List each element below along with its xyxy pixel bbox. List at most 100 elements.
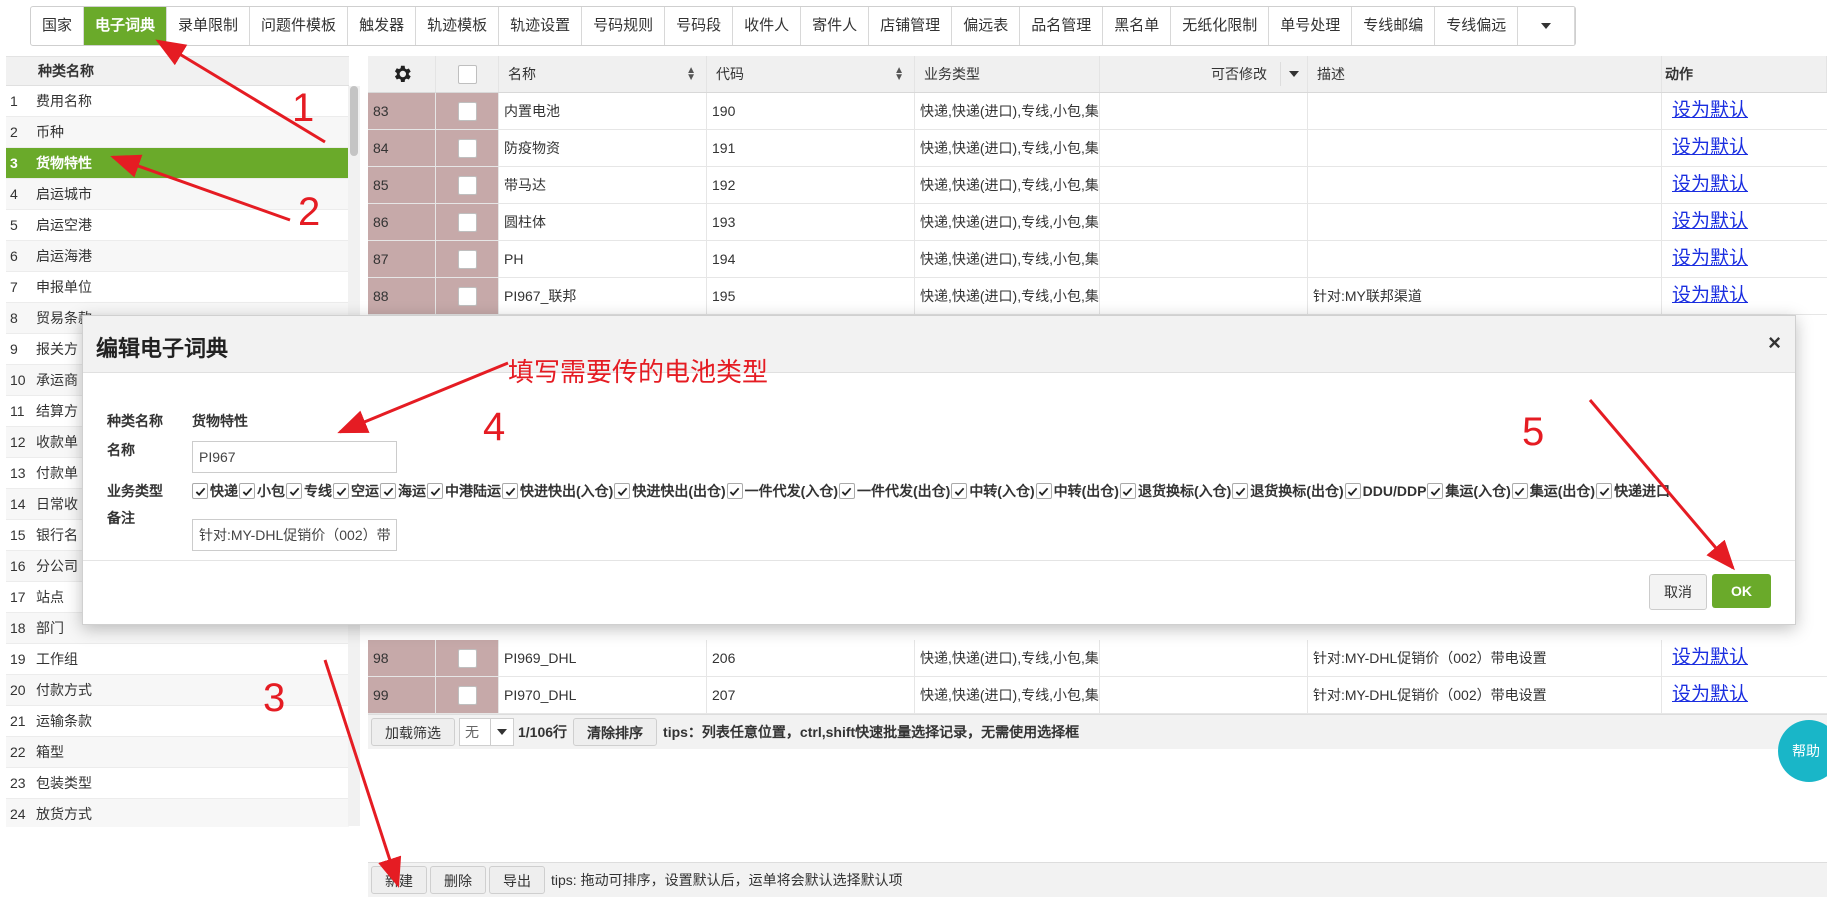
clear-sort-button[interactable]: 清除排序 <box>573 718 658 746</box>
row-checkbox[interactable] <box>436 677 499 713</box>
row-index: 85 <box>368 167 436 203</box>
business-type-option[interactable]: 快进快出(入仓) <box>502 481 613 501</box>
help-button[interactable]: 帮助 <box>1778 720 1827 782</box>
grid-tips: tips：列表任意位置，ctrl,shift快速批量选择记录，无需使用选择框 <box>663 724 1080 740</box>
set-default-link[interactable]: 设为默认 <box>1672 647 1748 668</box>
remark-input[interactable]: 针对:MY-DHL促销价（002）带 <box>192 519 397 551</box>
set-default-link[interactable]: 设为默认 <box>1672 100 1748 121</box>
business-type-option[interactable]: 专线 <box>286 481 332 501</box>
set-default-link[interactable]: 设为默认 <box>1672 174 1748 195</box>
business-type-option[interactable]: DDU/DDP <box>1344 481 1426 501</box>
cancel-button[interactable]: 取消 <box>1649 574 1707 610</box>
tab-16[interactable]: 单号处理 <box>1269 7 1353 45</box>
category-item[interactable]: 22 箱型 <box>6 737 349 768</box>
table-row[interactable]: 86 圆柱体 193 快递,快递(进口),专线,小包,集 设为默认 <box>368 204 1827 241</box>
business-type-option[interactable]: 中转(出仓) <box>1035 481 1119 501</box>
ok-button[interactable]: OK <box>1712 574 1771 608</box>
business-type-option[interactable]: 快递进口 <box>1596 481 1670 501</box>
row-checkbox[interactable] <box>436 204 499 240</box>
header-modifiable[interactable]: 可否修改 <box>1100 56 1308 92</box>
tab-8[interactable]: 号码段 <box>665 7 734 45</box>
category-item[interactable]: 3 货物特性 <box>6 148 349 179</box>
delete-button[interactable]: 删除 <box>430 866 486 894</box>
category-item[interactable]: 6 启运海港 <box>6 241 349 272</box>
tab-10[interactable]: 寄件人 <box>801 7 870 45</box>
load-filter-button[interactable]: 加载筛选 <box>371 718 455 746</box>
table-row[interactable]: 87 PH 194 快递,快递(进口),专线,小包,集 设为默认 <box>368 241 1827 278</box>
category-number: 8 <box>10 310 18 326</box>
category-item[interactable]: 20 付款方式 <box>6 675 349 706</box>
business-type-option[interactable]: 小包 <box>239 481 285 501</box>
chevron-down-icon[interactable] <box>1280 62 1307 86</box>
header-description[interactable]: 描述 <box>1308 56 1662 92</box>
tab-6[interactable]: 轨迹设置 <box>499 7 583 45</box>
table-row[interactable]: 99 PI970_DHL 207 快递,快递(进口),专线,小包,集 针对:MY-DHL… <box>368 677 1827 714</box>
export-button[interactable]: 导出 <box>489 866 545 894</box>
category-item[interactable]: 21 运输条款 <box>6 706 349 737</box>
tab-9[interactable]: 收件人 <box>733 7 802 45</box>
table-row[interactable]: 84 防疫物资 191 快递,快递(进口),专线,小包,集 设为默认 <box>368 130 1827 167</box>
filter-select[interactable]: 无 <box>459 718 514 746</box>
category-label: 费用名称 <box>36 93 92 109</box>
table-row[interactable]: 85 带马达 192 快递,快递(进口),专线,小包,集 设为默认 <box>368 167 1827 204</box>
table-row[interactable]: 83 内置电池 190 快递,快递(进口),专线,小包,集 设为默认 <box>368 93 1827 130</box>
set-default-link[interactable]: 设为默认 <box>1672 684 1748 705</box>
name-field: 名称 PI967 <box>107 436 397 473</box>
category-item[interactable]: 19 工作组 <box>6 644 349 675</box>
row-checkbox[interactable] <box>436 93 499 129</box>
tab-more-dropdown[interactable] <box>1518 7 1576 45</box>
set-default-link[interactable]: 设为默认 <box>1672 211 1748 232</box>
business-type-option[interactable]: 海运 <box>380 481 426 501</box>
tab-0[interactable]: 国家 <box>31 7 85 45</box>
category-item[interactable]: 23 包装类型 <box>6 768 349 799</box>
row-checkbox[interactable] <box>436 167 499 203</box>
tab-5[interactable]: 轨迹模板 <box>416 7 500 45</box>
category-item[interactable]: 24 放货方式 <box>6 799 349 827</box>
tab-7[interactable]: 号码规则 <box>582 7 666 45</box>
business-type-option[interactable]: 中港陆运 <box>427 481 501 501</box>
set-default-link[interactable]: 设为默认 <box>1672 285 1748 306</box>
table-row[interactable]: 98 PI969_DHL 206 快递,快递(进口),专线,小包,集 针对:MY-DHL… <box>368 640 1827 677</box>
business-type-option[interactable]: 退货换标(出仓) <box>1232 481 1344 501</box>
tab-4[interactable]: 触发器 <box>348 7 417 45</box>
annotation-number-4: 4 <box>483 405 506 449</box>
header-business-type[interactable]: 业务类型 <box>915 56 1100 92</box>
business-type-option[interactable]: 一件代发(出仓) <box>838 481 950 501</box>
set-default-link-cell: 设为默认 <box>1662 241 1827 277</box>
row-checkbox[interactable] <box>436 130 499 166</box>
category-number: 11 <box>10 403 25 419</box>
new-button[interactable]: 新建 <box>371 866 427 894</box>
row-checkbox[interactable] <box>436 241 499 277</box>
tab-15[interactable]: 无纸化限制 <box>1171 7 1270 45</box>
tab-11[interactable]: 店铺管理 <box>869 7 953 45</box>
name-input[interactable]: PI967 <box>192 441 397 473</box>
business-type-option[interactable]: 集运(出仓) <box>1511 481 1595 501</box>
select-all-checkbox[interactable] <box>436 56 499 92</box>
business-type-option[interactable]: 一件代发(入仓) <box>726 481 838 501</box>
row-checkbox[interactable] <box>436 640 499 676</box>
row-checkbox[interactable] <box>436 278 499 314</box>
tab-18[interactable]: 专线偏远 <box>1435 7 1519 45</box>
table-row[interactable]: 88 PI967_联邦 195 快递,快递(进口),专线,小包,集 针对:MY联邦渠道设… <box>368 278 1827 315</box>
category-number: 5 <box>10 217 18 233</box>
set-default-link[interactable]: 设为默认 <box>1672 248 1748 269</box>
business-type-option[interactable]: 退货换标(入仓) <box>1119 481 1231 501</box>
tab-3[interactable]: 问题件模板 <box>250 7 349 45</box>
grid-settings-button[interactable] <box>368 56 436 92</box>
header-code[interactable]: 代码 ▲ ▼ <box>707 56 915 92</box>
tab-13[interactable]: 品名管理 <box>1020 7 1104 45</box>
tab-2[interactable]: 录单限制 <box>167 7 251 45</box>
tab-17[interactable]: 专线邮编 <box>1352 7 1436 45</box>
category-item[interactable]: 7 申报单位 <box>6 272 349 303</box>
business-type-option[interactable]: 集运(入仓) <box>1427 481 1511 501</box>
header-name[interactable]: 名称 ▲ ▼ <box>499 56 707 92</box>
business-type-option[interactable]: 快递 <box>192 481 238 501</box>
business-type-option[interactable]: 中转(入仓) <box>951 481 1035 501</box>
set-default-link[interactable]: 设为默认 <box>1672 137 1748 158</box>
tab-14[interactable]: 黑名单 <box>1103 7 1172 45</box>
close-icon[interactable]: × <box>1768 330 1781 356</box>
tab-1[interactable]: 电子词典 <box>84 7 168 45</box>
business-type-option[interactable]: 空运 <box>333 481 379 501</box>
tab-12[interactable]: 偏远表 <box>952 7 1021 45</box>
business-type-option[interactable]: 快进快出(出仓) <box>614 481 726 501</box>
